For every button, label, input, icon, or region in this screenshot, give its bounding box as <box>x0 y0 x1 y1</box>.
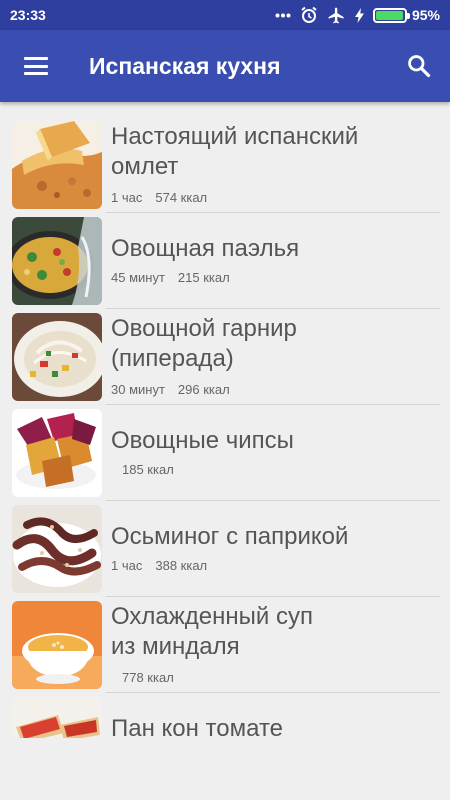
recipe-image-pan-con-tomate <box>12 697 102 738</box>
recipe-title: Осьминог с паприкой <box>111 523 349 550</box>
search-button[interactable] <box>388 30 450 102</box>
recipe-meta: 1 час 388 ккал <box>111 558 348 573</box>
recipe-calories: 215 ккал <box>177 270 230 285</box>
status-icons: 95% <box>275 6 440 25</box>
status-bar: 23:33 95% <box>0 0 450 30</box>
recipe-time: 1 час <box>111 558 143 573</box>
recipe-calories: 778 ккал <box>122 670 174 685</box>
menu-button[interactable] <box>0 30 72 102</box>
recipe-calories: 296 ккал <box>177 382 230 397</box>
recipe-title: Овощная паэлья <box>111 235 300 262</box>
recipe-time: 45 минут <box>111 270 165 285</box>
hamburger-icon <box>24 57 48 75</box>
recipe-image-almond-soup <box>12 601 102 689</box>
recipe-calories: 388 ккал <box>155 558 208 573</box>
recipe-title: Овощные чипсы <box>111 427 294 454</box>
airplane-icon <box>328 7 344 23</box>
recipe-meta: 45 минут 215 ккал <box>111 270 299 285</box>
battery-icon <box>372 7 410 23</box>
recipe-time: 1 час <box>111 190 143 205</box>
recipe-title: Пан кон томате <box>111 715 284 738</box>
recipe-item-pan-con-tomate[interactable]: Пан кон томате <box>0 693 450 738</box>
more-dots-icon <box>275 13 291 17</box>
recipe-calories: 185 ккал <box>122 462 174 477</box>
recipe-title: Охлажденный суп из миндаля <box>111 603 313 660</box>
recipe-time: 30 минут <box>111 382 165 397</box>
charging-icon <box>354 7 364 23</box>
status-time: 23:33 <box>10 7 46 23</box>
recipe-item-almond-soup[interactable]: Охлажденный суп из миндаля 778 ккал <box>0 597 450 693</box>
battery-percent: 95% <box>411 7 440 23</box>
battery-indicator: 95% <box>372 7 440 23</box>
recipe-item-octopus[interactable]: Осьминог с паприкой 1 час 388 ккал <box>0 501 450 597</box>
recipe-image-chips <box>12 409 102 497</box>
recipe-title: Настоящий испанский омлет <box>111 123 359 180</box>
recipe-meta: 30 минут 296 ккал <box>111 382 297 397</box>
battery-fill <box>375 10 403 20</box>
recipe-title: Овощной гарнир (пиперада) <box>111 315 297 372</box>
recipe-item-omelette[interactable]: Настоящий испанский омлет 1 час 574 ккал <box>0 117 450 213</box>
recipe-meta: 185 ккал <box>111 462 294 477</box>
recipe-calories: 574 ккал <box>155 190 208 205</box>
recipe-item-paella[interactable]: Овощная паэлья 45 минут 215 ккал <box>0 213 450 309</box>
recipe-meta: 778 ккал <box>111 670 313 685</box>
recipe-meta: 1 час 574 ккал <box>111 190 358 205</box>
recipe-item-chips[interactable]: Овощные чипсы 185 ккал <box>0 405 450 501</box>
alarm-icon <box>301 6 317 23</box>
recipe-image-octopus <box>12 505 102 593</box>
recipe-image-paella <box>12 217 102 305</box>
recipe-image-piperade <box>12 313 102 401</box>
app-bar: Испанская кухня <box>0 30 450 102</box>
recipe-list[interactable]: Настоящий испанскийомлет 1 час 574 ккал <box>0 117 450 738</box>
search-icon <box>408 55 431 78</box>
recipe-image-omelette <box>12 121 102 209</box>
page-title: Испанская кухня <box>89 52 281 79</box>
recipe-item-piperade[interactable]: Овощной гарнир (пиперада) 30 минут 296 кк… <box>0 309 450 405</box>
